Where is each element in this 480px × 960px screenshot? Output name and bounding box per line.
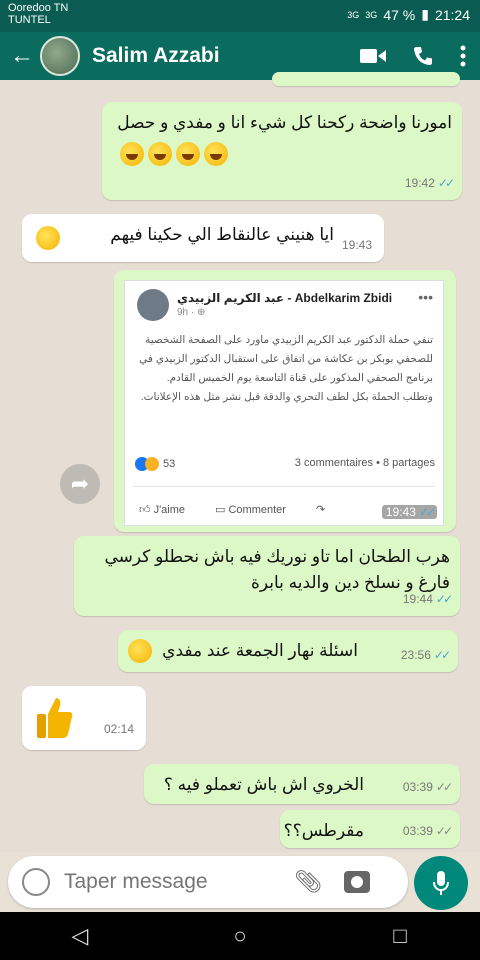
thumbs-up-emoji-icon [37, 698, 73, 738]
smiling-emoji-icon [36, 226, 60, 250]
back-arrow-icon[interactable]: ← [4, 32, 40, 80]
forward-icon[interactable]: ➦ [60, 464, 100, 504]
emoji-icon[interactable] [22, 868, 50, 896]
laughing-emoji-icon [118, 140, 230, 166]
message-text: ايا هنيني عالنقاط الي حكينا فيهم [110, 225, 334, 244]
contact-name[interactable]: Salim Azzabi [92, 44, 220, 68]
read-ticks-icon: ✓✓ [435, 824, 453, 838]
message-bubble[interactable]: هرب الطحان اما تاو نوريك فيه باش نحطلو ك… [74, 536, 460, 616]
carrier-name: Ooredoo TN [8, 2, 69, 14]
message-meta: 02:14 [104, 716, 134, 742]
voice-call-icon[interactable] [412, 45, 434, 67]
author-avatar [137, 289, 169, 321]
divider [133, 486, 435, 487]
back-nav-icon[interactable]: ◁ [60, 923, 100, 949]
status-bar: Ooredoo TN TUNTEL 3G 3G 47 % ▮ 21:24 [0, 0, 480, 32]
recents-nav-icon[interactable]: □ [380, 923, 420, 949]
post-more-icon: ••• [418, 289, 433, 305]
smirk-emoji-icon [128, 639, 152, 663]
status-right: 3G 3G 47 % ▮ 21:24 [347, 6, 470, 23]
message-meta: 03:39 ✓✓ [402, 818, 453, 844]
system-nav-bar: ◁ ○ □ [0, 912, 480, 960]
mic-button[interactable] [414, 856, 468, 910]
post-body: تنفي حملة الدكتور عبد الكريم الزبيدي ماو… [139, 334, 433, 403]
post-author: عبد الكريم الزبيدي - Abdelkarim Zbidi [177, 291, 393, 305]
message-text: اسئلة نهار الجمعة عند مفدي [162, 641, 358, 660]
battery-level: 47 % [383, 6, 416, 23]
message-time: 02:14 [103, 722, 134, 736]
post-header: عبد الكريم الزبيدي - Abdelkarim Zbidi 9h… [137, 289, 433, 321]
reaction-count: 53 [163, 458, 176, 470]
microphone-icon [433, 871, 449, 895]
message-text: الخروي اش باش تعملو فيه ؟ [163, 775, 364, 794]
message-bubble[interactable]: امورنا واضحة ركحنا كل شيء انا و مفدي و ح… [102, 102, 462, 200]
video-call-icon[interactable] [360, 47, 386, 65]
shared-facebook-post[interactable]: عبد الكريم الزبيدي - Abdelkarim Zbidi 9h… [124, 280, 444, 526]
read-ticks-icon: ✓✓ [435, 780, 453, 794]
share-icon: ↷ [315, 504, 326, 516]
read-ticks-icon: ✓✓ [418, 505, 436, 519]
message-text: امورنا واضحة ركحنا كل شيء انا و مفدي و ح… [117, 113, 452, 132]
signal-1: 3G [347, 9, 360, 20]
message-bubble[interactable]: 02:14 [22, 686, 146, 750]
comment-icon: ▭ [215, 504, 226, 516]
message-meta: 23:56 ✓✓ [400, 642, 451, 668]
post-timestamp: 9h · ⊕ [177, 307, 206, 318]
message-input[interactable] [64, 870, 284, 894]
message-time: 03:39 [402, 780, 433, 794]
shared-post-meta: 19:43 ✓✓ [381, 505, 437, 519]
attach-icon[interactable]: 📎︎ [294, 869, 322, 895]
message-bubble[interactable]: الخروي اش باش تعملو فيه ؟ 03:39 ✓✓ [144, 764, 460, 804]
haha-reaction-icon [145, 457, 159, 471]
clock: 21:24 [434, 6, 470, 23]
carrier-name-2: TUNTEL [8, 14, 51, 26]
message-meta: 03:39 ✓✓ [402, 774, 453, 800]
home-nav-icon[interactable]: ○ [220, 923, 260, 949]
carrier-info: Ooredoo TN TUNTEL [8, 2, 68, 26]
message-text: مقرطس؟؟ [283, 821, 364, 840]
read-ticks-icon: ✓✓ [437, 176, 455, 190]
message-meta: 19:42 ✓✓ [404, 170, 455, 196]
reactions: 53 [135, 457, 175, 471]
comment-button: ▭ Commenter [215, 504, 286, 516]
message-input-bar: 📎︎ [8, 856, 408, 908]
message-time: 19:44 [402, 592, 433, 606]
signal-2: 3G [365, 9, 378, 20]
more-options-icon[interactable] [460, 45, 466, 67]
message-time: 19:42 [404, 176, 435, 190]
camera-icon[interactable] [343, 871, 370, 893]
message-bubble[interactable]: اسئلة نهار الجمعة عند مفدي 23:56 ✓✓ [118, 630, 458, 672]
battery-icon: ▮ [421, 6, 429, 22]
read-ticks-icon: ✓✓ [433, 648, 451, 662]
message-time: 19:43 [341, 238, 372, 252]
avatar[interactable] [40, 36, 80, 76]
message-text: هرب الطحان اما تاو نوريك فيه باش نحطلو ك… [104, 547, 450, 592]
message-time: 03:39 [402, 824, 433, 838]
message-time: 19:43 [385, 505, 416, 519]
message-time: 23:56 [400, 648, 431, 662]
comments-shares: 3 commentaires • 8 partages [294, 457, 435, 469]
like-button: 👍︎ J'aime [139, 504, 186, 516]
thumbs-up-icon: 👍︎ [139, 504, 151, 516]
message-meta: 19:43 [342, 232, 372, 258]
read-ticks-icon: ✓✓ [435, 592, 453, 606]
message-meta: 19:44 ✓✓ [402, 586, 453, 612]
message-bubble[interactable] [272, 72, 460, 86]
message-bubble[interactable]: ايا هنيني عالنقاط الي حكينا فيهم 19:43 [22, 214, 384, 262]
message-bubble[interactable]: مقرطس؟؟ 03:39 ✓✓ [280, 810, 460, 848]
